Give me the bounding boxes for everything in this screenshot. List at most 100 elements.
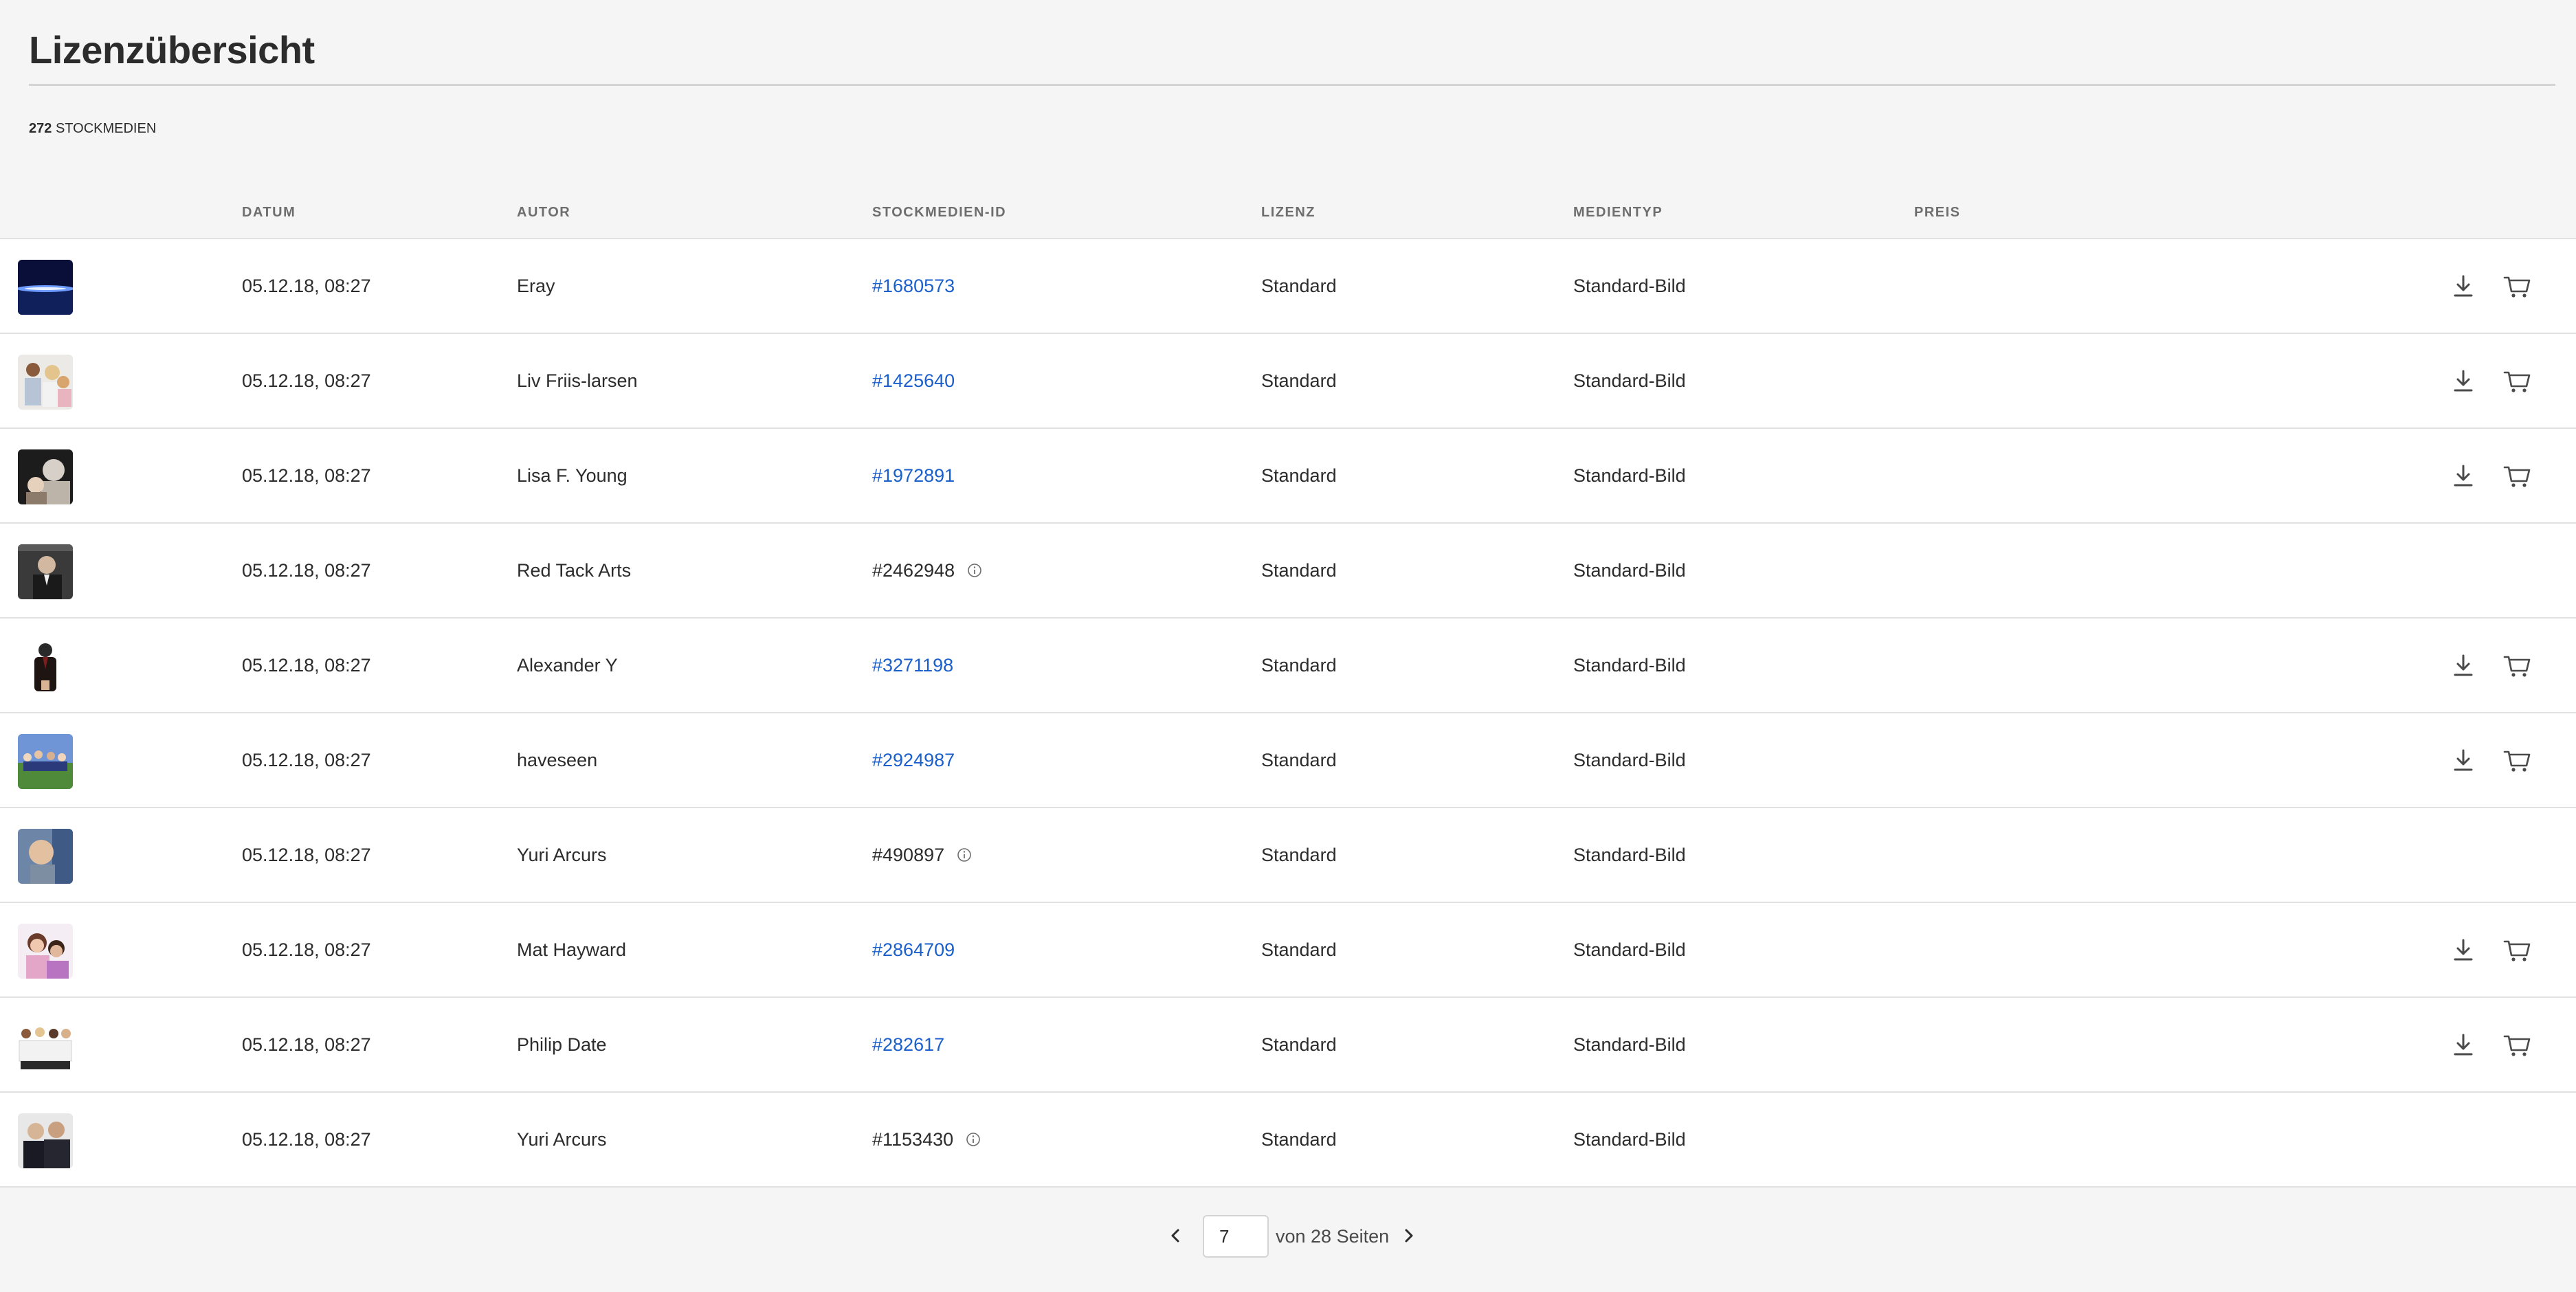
thumb-man-suit[interactable] xyxy=(18,639,73,694)
media-type-cell: Standard-Bild xyxy=(1573,465,1686,486)
stock-media-id-link[interactable]: #1425640 xyxy=(872,370,955,391)
info-icon[interactable] xyxy=(966,1132,981,1147)
date-cell: 05.12.18, 08:27 xyxy=(242,845,371,865)
stock-media-id-link[interactable]: #1972891 xyxy=(872,465,955,486)
column-header-id: STOCKMEDIEN-ID xyxy=(872,205,1007,220)
author-cell: haveseen xyxy=(517,750,598,770)
media-type-cell: Standard-Bild xyxy=(1573,655,1686,676)
column-header-price: PREIS xyxy=(1914,205,1961,220)
download-icon[interactable] xyxy=(2447,649,2480,682)
next-page-button[interactable] xyxy=(1395,1222,1423,1249)
download-icon[interactable] xyxy=(2447,744,2480,777)
download-icon[interactable] xyxy=(2447,364,2480,397)
license-cell: Standard xyxy=(1261,465,1337,486)
stock-media-id-cell: #1425640 xyxy=(872,334,955,427)
page-count-label: von 28 Seiten xyxy=(1276,1226,1390,1247)
thumb-businessman[interactable] xyxy=(18,544,73,599)
stock-media-id-link[interactable]: #3271198 xyxy=(872,655,953,676)
date-cell: 05.12.18, 08:27 xyxy=(242,1034,371,1055)
table-row: 05.12.18, 08:27 Alexander Y #3271198 Sta… xyxy=(0,619,2576,713)
download-icon[interactable] xyxy=(2447,933,2480,966)
thumb-elderly-woman[interactable] xyxy=(18,449,73,504)
table-row: 05.12.18, 08:27 haveseen #2924987 Standa… xyxy=(0,713,2576,808)
date-cell: 05.12.18, 08:27 xyxy=(242,370,371,391)
license-cell: Standard xyxy=(1261,560,1337,581)
stock-media-id-cell: #490897 xyxy=(872,808,972,902)
stock-media-id-cell: #2924987 xyxy=(872,713,955,807)
cart-icon[interactable] xyxy=(2500,933,2533,966)
table-header: DATUM AUTOR STOCKMEDIEN-ID LIZENZ MEDIEN… xyxy=(0,205,2576,238)
license-cell: Standard xyxy=(1261,1129,1337,1150)
date-cell: 05.12.18, 08:27 xyxy=(242,750,371,770)
stock-media-id-link[interactable]: #1680573 xyxy=(872,276,955,296)
date-cell: 05.12.18, 08:27 xyxy=(242,560,371,581)
pagination: von 28 Seiten xyxy=(0,1214,2576,1259)
media-type-cell: Standard-Bild xyxy=(1573,276,1686,296)
table-row: 05.12.18, 08:27 Yuri Arcurs #1153430 Sta… xyxy=(0,1093,2576,1188)
stock-media-id-link[interactable]: #2864709 xyxy=(872,939,955,960)
date-cell: 05.12.18, 08:27 xyxy=(242,276,371,296)
stock-media-id-cell: #2462948 xyxy=(872,524,982,617)
license-cell: Standard xyxy=(1261,655,1337,676)
license-cell: Standard xyxy=(1261,939,1337,960)
date-cell: 05.12.18, 08:27 xyxy=(242,939,371,960)
page-number-input[interactable] xyxy=(1203,1215,1269,1258)
stock-media-id-cell: #1972891 xyxy=(872,429,955,522)
media-count-summary: 272 STOCKMEDIEN xyxy=(29,121,156,137)
date-cell: 05.12.18, 08:27 xyxy=(242,1129,371,1150)
table-row: 05.12.18, 08:27 Yuri Arcurs #490897 Stan… xyxy=(0,808,2576,903)
thumb-family[interactable] xyxy=(18,355,73,410)
cart-icon[interactable] xyxy=(2500,364,2533,397)
cart-icon[interactable] xyxy=(2500,269,2533,302)
author-cell: Philip Date xyxy=(517,1034,607,1055)
media-count-label: STOCKMEDIEN xyxy=(55,121,157,136)
download-icon[interactable] xyxy=(2447,269,2480,302)
info-icon[interactable] xyxy=(957,847,972,862)
page-title: Lizenzübersicht xyxy=(29,28,315,71)
media-type-cell: Standard-Bild xyxy=(1573,1129,1686,1150)
column-header-author: AUTOR xyxy=(517,205,571,220)
thumb-group-outdoor[interactable] xyxy=(18,734,73,789)
stock-media-id-cell: #3271198 xyxy=(872,619,953,712)
thumb-team-white[interactable] xyxy=(18,1018,73,1073)
stock-media-id-link[interactable]: #2924987 xyxy=(872,750,955,770)
download-icon[interactable] xyxy=(2447,1028,2480,1061)
author-cell: Yuri Arcurs xyxy=(517,1129,607,1150)
cart-icon[interactable] xyxy=(2500,1028,2533,1061)
column-header-date: DATUM xyxy=(242,205,296,220)
license-cell: Standard xyxy=(1261,1034,1337,1055)
license-cell: Standard xyxy=(1261,276,1337,296)
table-row: 05.12.18, 08:27 Philip Date #282617 Stan… xyxy=(0,998,2576,1093)
author-cell: Mat Hayward xyxy=(517,939,627,960)
license-cell: Standard xyxy=(1261,370,1337,391)
media-type-cell: Standard-Bild xyxy=(1573,750,1686,770)
license-table-body: 05.12.18, 08:27 Eray #1680573 Standard S… xyxy=(0,238,2576,1188)
media-type-cell: Standard-Bild xyxy=(1573,1034,1686,1055)
media-type-cell: Standard-Bild xyxy=(1573,370,1686,391)
info-icon[interactable] xyxy=(967,563,982,578)
previous-page-button[interactable] xyxy=(1162,1222,1189,1249)
thumb-couple[interactable] xyxy=(18,924,73,979)
stock-media-id-cell: #2864709 xyxy=(872,903,955,996)
thumb-business-pair[interactable] xyxy=(18,1113,73,1168)
date-cell: 05.12.18, 08:27 xyxy=(242,465,371,486)
cart-icon[interactable] xyxy=(2500,649,2533,682)
license-cell: Standard xyxy=(1261,845,1337,865)
author-cell: Red Tack Arts xyxy=(517,560,632,581)
table-row: 05.12.18, 08:27 Liv Friis-larsen #142564… xyxy=(0,334,2576,429)
table-row: 05.12.18, 08:27 Lisa F. Young #1972891 S… xyxy=(0,429,2576,524)
cart-icon[interactable] xyxy=(2500,459,2533,492)
column-header-license: LIZENZ xyxy=(1261,205,1315,220)
stock-media-id-link[interactable]: #282617 xyxy=(872,1034,944,1055)
stock-media-id-text: #1153430 xyxy=(872,1129,954,1150)
stock-media-id-cell: #282617 xyxy=(872,998,944,1091)
column-header-media-type: MEDIENTYP xyxy=(1573,205,1663,220)
stock-media-id-cell: #1680573 xyxy=(872,239,955,333)
thumb-blue-horizon[interactable] xyxy=(18,260,73,315)
download-icon[interactable] xyxy=(2447,459,2480,492)
cart-icon[interactable] xyxy=(2500,744,2533,777)
thumb-man-portrait[interactable] xyxy=(18,829,73,884)
author-cell: Liv Friis-larsen xyxy=(517,370,638,391)
stock-media-id-cell: #1153430 xyxy=(872,1093,981,1186)
media-type-cell: Standard-Bild xyxy=(1573,845,1686,865)
